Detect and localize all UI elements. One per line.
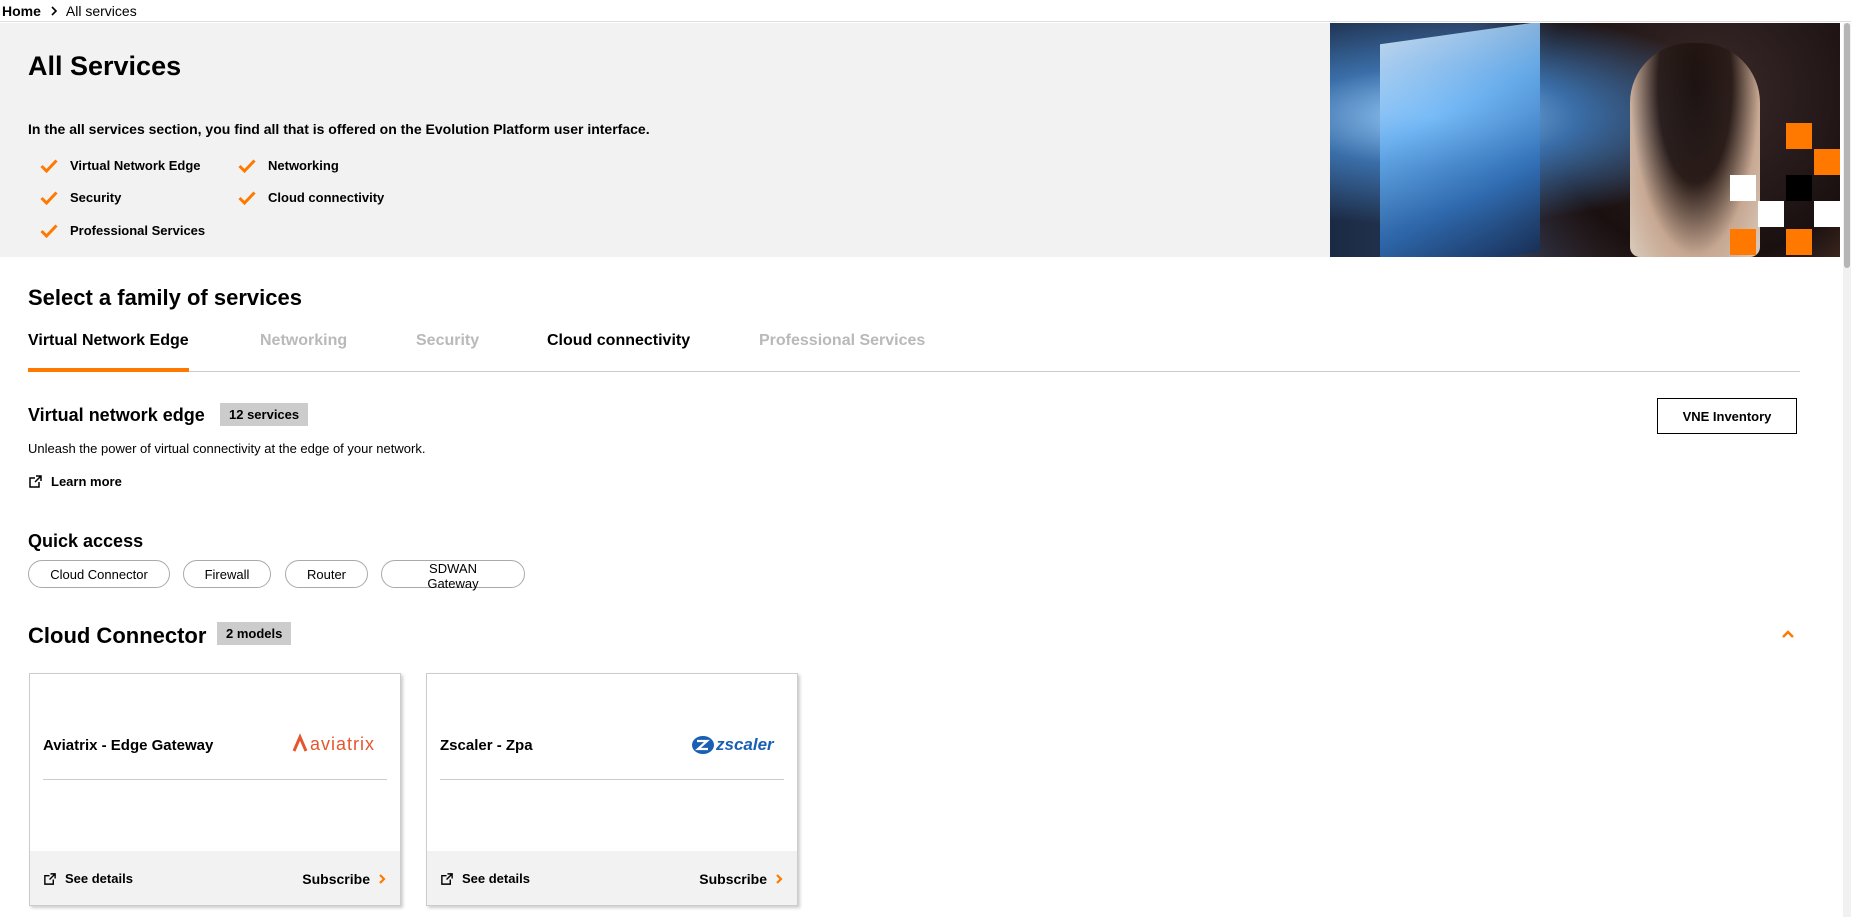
external-link-icon xyxy=(44,872,56,885)
svg-text:aviatrix: aviatrix xyxy=(310,734,375,754)
breadcrumb: Home All services xyxy=(0,0,1851,22)
hero-image-screen xyxy=(1380,23,1540,257)
tab-professional-services[interactable]: Professional Services xyxy=(759,332,925,350)
subscribe-label: Subscribe xyxy=(699,871,767,887)
quick-access-firewall[interactable]: Firewall xyxy=(183,560,271,588)
decorative-pixel xyxy=(1730,175,1756,201)
svg-text:zscaler: zscaler xyxy=(715,735,775,754)
feature-item: Cloud connectivity xyxy=(238,190,384,205)
tab-cloud-connectivity[interactable]: Cloud connectivity xyxy=(547,332,690,350)
see-details-label: See details xyxy=(65,871,133,886)
see-details-link[interactable]: See details xyxy=(43,871,133,886)
quick-access-title: Quick access xyxy=(28,531,144,551)
page-scrollbar[interactable] xyxy=(1843,23,1851,917)
feature-item: Security xyxy=(40,190,121,205)
tab-networking[interactable]: Networking xyxy=(260,332,347,350)
models-count-badge: 2 models xyxy=(217,622,292,645)
hero-banner: All Services In the all services section… xyxy=(0,23,1330,257)
hero-image xyxy=(1330,23,1840,257)
card-divider xyxy=(43,779,387,780)
scrollbar-thumb[interactable] xyxy=(1844,23,1850,268)
quick-access-router[interactable]: Router xyxy=(285,560,368,588)
zscaler-logo: zscaler xyxy=(691,731,783,762)
feature-label: Security xyxy=(70,190,122,205)
feature-item: Networking xyxy=(238,158,339,173)
services-count-badge: 12 services xyxy=(220,403,309,426)
feature-label: Professional Services xyxy=(70,223,206,238)
card-footer: See details Subscribe xyxy=(30,851,400,905)
breadcrumb-current: All services xyxy=(65,2,137,19)
subscribe-link[interactable]: Subscribe xyxy=(699,871,783,887)
family-section-title: Select a family of services xyxy=(28,285,302,310)
checkmark-icon xyxy=(40,190,58,205)
tab-virtual-network-edge[interactable]: Virtual Network Edge xyxy=(28,332,189,372)
decorative-pixel xyxy=(1814,149,1840,175)
quick-access-sdwan-gateway[interactable]: SDWAN Gateway xyxy=(381,560,525,591)
service-card-aviatrix: Aviatrix - Edge Gateway aviatrix See det… xyxy=(29,673,401,906)
page-title: All Services xyxy=(28,51,182,81)
card-title: Aviatrix - Edge Gateway xyxy=(43,737,214,754)
decorative-pixel xyxy=(1786,175,1812,201)
learn-more-link[interactable]: Learn more xyxy=(28,474,122,489)
breadcrumb-home-link[interactable]: Home xyxy=(2,3,41,19)
aviatrix-logo: aviatrix xyxy=(292,731,386,760)
learn-more-label: Learn more xyxy=(51,474,122,489)
card-title: Zscaler - Zpa xyxy=(440,737,533,754)
chevron-right-icon xyxy=(379,874,386,884)
chevron-right-icon xyxy=(51,5,58,16)
decorative-pixel xyxy=(1758,201,1784,227)
checkmark-icon xyxy=(40,158,58,173)
tab-security[interactable]: Security xyxy=(416,332,479,350)
feature-label: Cloud connectivity xyxy=(268,190,385,205)
feature-label: Virtual Network Edge xyxy=(70,158,201,173)
feature-label: Networking xyxy=(268,158,339,173)
checkmark-icon xyxy=(238,190,256,205)
feature-item: Professional Services xyxy=(40,223,205,238)
family-tabs: Virtual Network Edge Networking Security… xyxy=(28,320,1800,372)
cloud-connector-section-title: Cloud Connector xyxy=(28,623,207,648)
decorative-pixel xyxy=(1730,229,1756,255)
service-card-zscaler: Zscaler - Zpa zscaler See details Subscr… xyxy=(426,673,798,906)
decorative-pixel xyxy=(1786,229,1812,255)
see-details-label: See details xyxy=(462,871,530,886)
chevron-up-icon[interactable] xyxy=(1781,626,1795,644)
see-details-link[interactable]: See details xyxy=(440,871,530,886)
vne-description: Unleash the power of virtual connectivit… xyxy=(28,441,426,456)
chevron-right-icon xyxy=(776,874,783,884)
hero-image-person xyxy=(1630,43,1760,257)
card-divider xyxy=(440,779,784,780)
checkmark-icon xyxy=(40,223,58,238)
quick-access-cloud-connector[interactable]: Cloud Connector xyxy=(28,560,170,588)
subscribe-link[interactable]: Subscribe xyxy=(302,871,386,887)
vne-inventory-button[interactable]: VNE Inventory xyxy=(1657,398,1797,434)
external-link-icon xyxy=(29,475,42,488)
external-link-icon xyxy=(441,872,453,885)
decorative-pixel xyxy=(1786,123,1812,149)
subscribe-label: Subscribe xyxy=(302,871,370,887)
vne-section-title: Virtual network edge xyxy=(28,405,205,425)
checkmark-icon xyxy=(238,158,256,173)
decorative-pixel xyxy=(1814,201,1840,227)
feature-item: Virtual Network Edge xyxy=(40,158,201,173)
card-footer: See details Subscribe xyxy=(427,851,797,905)
hero-intro: In the all services section, you find al… xyxy=(28,121,650,137)
